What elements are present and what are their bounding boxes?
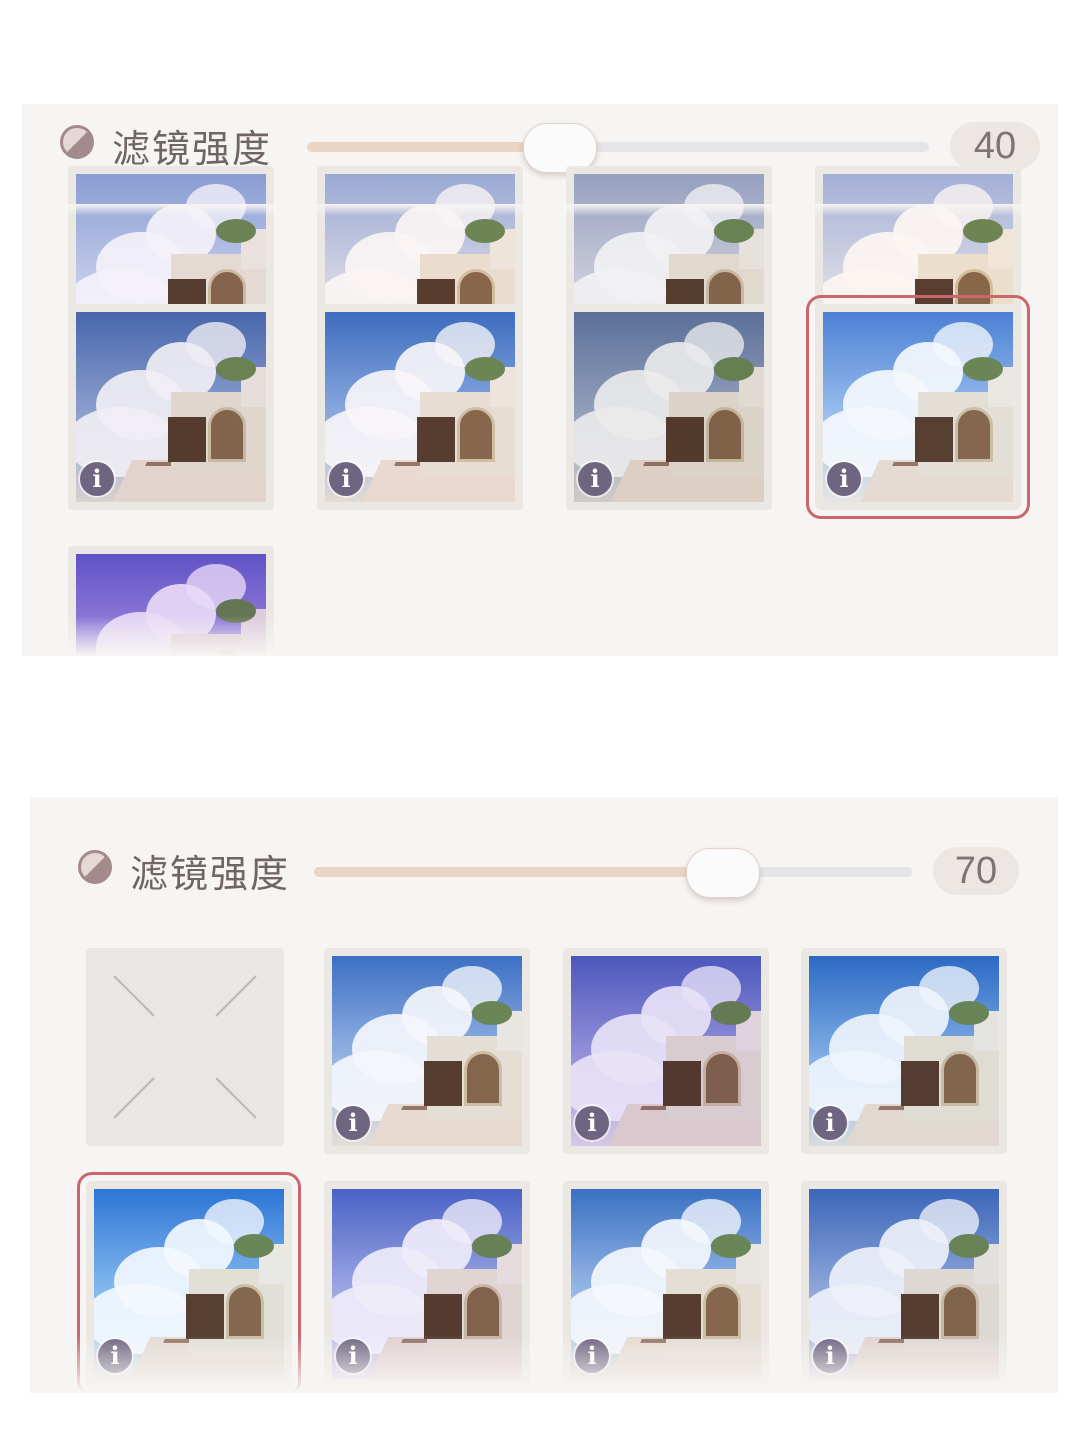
no-filter-icon	[113, 975, 257, 1119]
filter-preview-image: i	[823, 312, 1013, 502]
filter-thumbnail[interactable]: i	[68, 304, 274, 510]
info-icon[interactable]: i	[336, 1106, 370, 1140]
intensity-slider-track[interactable]	[314, 867, 912, 877]
filter-thumbnail[interactable]: i	[801, 948, 1007, 1154]
filter-preview-image: i	[76, 312, 266, 502]
filter-thumbnail[interactable]: i	[563, 948, 769, 1154]
scroll-fade	[22, 616, 1058, 656]
filter-preview-image: i	[571, 956, 761, 1146]
scroll-fade	[22, 204, 1058, 216]
intensity-value: 70	[933, 847, 1019, 895]
contrast-icon	[78, 850, 112, 884]
intensity-value: 40	[950, 122, 1040, 170]
info-icon[interactable]: i	[827, 462, 861, 496]
filter-preview-image: i	[325, 312, 515, 502]
filter-panel-top: 滤镜强度 40 iiiiiiii	[22, 104, 1058, 656]
intensity-slider-fill	[307, 142, 557, 152]
filter-thumbnail-selected[interactable]: i	[806, 295, 1030, 519]
scroll-fade	[30, 1335, 1058, 1393]
filter-preview-image: i	[574, 312, 764, 502]
filter-panel-bottom: 滤镜强度 70 iiiiiii	[30, 797, 1058, 1393]
filter-intensity-label: 滤镜强度	[130, 852, 291, 896]
filter-thumbnail[interactable]: i	[566, 304, 772, 510]
filter-thumbnail[interactable]: i	[317, 304, 523, 510]
intensity-slider-track[interactable]	[307, 142, 929, 152]
no-filter-tile[interactable]	[86, 948, 284, 1146]
filter-thumbnail[interactable]: i	[324, 948, 530, 1154]
info-icon[interactable]: i	[80, 462, 114, 496]
filter-preview-image: i	[809, 956, 999, 1146]
info-icon[interactable]: i	[329, 462, 363, 496]
info-icon[interactable]: i	[575, 1106, 609, 1140]
info-icon[interactable]: i	[813, 1106, 847, 1140]
filter-intensity-label: 滤镜强度	[112, 127, 273, 171]
contrast-icon	[60, 125, 94, 159]
intensity-slider-thumb[interactable]	[686, 848, 760, 898]
filter-preview-image: i	[332, 956, 522, 1146]
info-icon[interactable]: i	[578, 462, 612, 496]
intensity-slider-fill	[314, 867, 734, 877]
